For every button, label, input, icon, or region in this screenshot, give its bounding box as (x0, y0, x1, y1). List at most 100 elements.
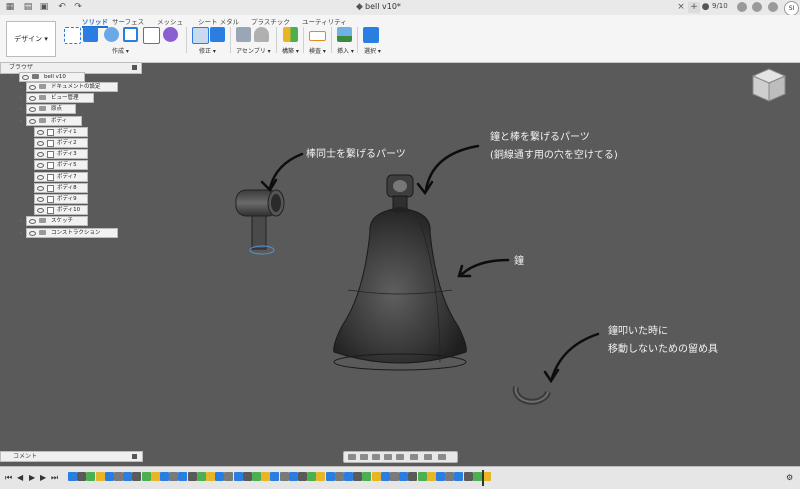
save-icon[interactable]: ▣ (38, 2, 50, 13)
notifications-icon[interactable] (752, 2, 762, 12)
timeline-feature[interactable] (114, 472, 123, 481)
help-icon[interactable] (768, 2, 778, 12)
timeline-feature[interactable] (353, 472, 363, 481)
construct-group-label[interactable]: 構築 ▾ (282, 46, 299, 55)
timeline-feature[interactable] (307, 472, 317, 481)
go-to-start-icon[interactable]: ⏮ (5, 473, 12, 483)
timeline-feature[interactable] (215, 472, 225, 481)
inspect-group-label[interactable]: 検査 ▾ (309, 46, 326, 55)
hole-icon[interactable] (123, 27, 138, 42)
insert-image-icon[interactable] (337, 27, 352, 42)
timeline-feature[interactable] (206, 472, 215, 481)
timeline-feature[interactable] (86, 472, 96, 481)
timeline-feature[interactable] (141, 472, 151, 481)
pan-icon[interactable] (372, 454, 380, 460)
close-tab-button[interactable]: × (676, 2, 686, 13)
timeline-feature[interactable] (399, 472, 409, 481)
bell-part[interactable] (333, 207, 467, 371)
tab-mesh[interactable]: メッシュ (157, 16, 183, 26)
timeline-feature[interactable] (132, 472, 142, 481)
select-icon[interactable] (363, 27, 379, 43)
timeline-feature[interactable] (316, 472, 326, 481)
step-back-icon[interactable]: ◀ (17, 473, 23, 482)
timeline-feature[interactable] (160, 472, 169, 481)
workspace-switcher[interactable]: デザイン ▾ (6, 21, 56, 57)
timeline-feature[interactable] (233, 472, 243, 481)
tab-utilities[interactable]: ユーティリティ (302, 16, 347, 26)
comments-panel[interactable]: コメント (0, 451, 143, 462)
pattern-icon[interactable] (143, 27, 160, 44)
timeline-settings-icon[interactable]: ⚙ (786, 473, 793, 482)
bell-connector-part[interactable] (386, 174, 414, 213)
timeline-feature[interactable] (417, 472, 427, 481)
timeline-feature[interactable] (454, 472, 464, 481)
viewport-canvas[interactable] (0, 62, 800, 451)
timeline-feature[interactable] (390, 472, 399, 481)
zoom-icon[interactable] (384, 454, 392, 460)
timeline-feature[interactable] (178, 472, 188, 481)
modify-group-label[interactable]: 修正 ▾ (199, 46, 216, 55)
timeline-feature[interactable] (95, 472, 105, 481)
file-icon[interactable]: ▤ (22, 2, 34, 13)
create-group-label[interactable]: 作成 ▾ (112, 46, 129, 55)
form-icon[interactable] (163, 27, 178, 42)
assemble-group-label[interactable]: アセンブリ ▾ (236, 46, 271, 55)
select-group-label[interactable]: 選択 ▾ (364, 46, 381, 55)
stopper-part[interactable] (512, 386, 551, 405)
timeline-feature[interactable] (298, 472, 307, 481)
display-settings-icon[interactable] (410, 454, 418, 460)
timeline-feature[interactable] (426, 472, 436, 481)
new-tab-button[interactable]: + (688, 2, 700, 13)
viewcube-icon[interactable] (749, 65, 789, 105)
user-avatar[interactable]: SI (784, 1, 799, 16)
timeline-feature[interactable] (362, 472, 372, 481)
tab-count[interactable]: 9/10 (712, 2, 728, 10)
create-sketch-icon[interactable] (64, 27, 81, 44)
timeline-feature[interactable] (463, 472, 473, 481)
extrude-icon[interactable] (83, 27, 98, 42)
go-to-end-icon[interactable]: ⏭ (51, 473, 58, 483)
timeline-feature[interactable] (187, 472, 197, 481)
timeline-feature[interactable] (288, 472, 298, 481)
extensions-icon[interactable] (737, 2, 747, 12)
offset-plane-icon[interactable] (283, 27, 298, 42)
timeline-feature[interactable] (77, 472, 87, 481)
fit-icon[interactable] (396, 454, 404, 460)
rod-connector-part[interactable] (235, 189, 285, 255)
new-component-icon[interactable] (236, 27, 251, 42)
timeline-feature[interactable] (169, 472, 179, 481)
timeline-feature[interactable] (224, 472, 234, 481)
timeline-feature[interactable] (371, 472, 381, 481)
pin-icon[interactable] (132, 454, 137, 459)
timeline-feature[interactable] (150, 472, 160, 481)
timeline-feature[interactable] (279, 472, 289, 481)
look-at-icon[interactable] (360, 454, 368, 460)
grid-icon[interactable] (424, 454, 432, 460)
timeline-feature[interactable] (344, 472, 353, 481)
play-icon[interactable]: ▶ (29, 473, 35, 482)
orbit-icon[interactable] (348, 454, 356, 460)
job-status-icon[interactable]: ● (701, 2, 710, 13)
revolve-icon[interactable] (104, 27, 119, 42)
tab-plastic[interactable]: プラスチック (251, 16, 290, 26)
insert-group-label[interactable]: 挿入 ▾ (337, 46, 354, 55)
step-forward-icon[interactable]: ▶ (40, 473, 46, 482)
timeline-feature[interactable] (242, 472, 252, 481)
timeline-feature[interactable] (196, 472, 206, 481)
press-pull-icon[interactable] (192, 27, 209, 44)
timeline-feature[interactable] (380, 472, 390, 481)
tab-sheet-metal[interactable]: シート メタル (198, 16, 239, 26)
app-menu-icon[interactable]: ▦ (4, 2, 16, 13)
timeline-feature[interactable] (104, 472, 114, 481)
tab-surface[interactable]: サーフェス (112, 16, 144, 26)
timeline-feature[interactable] (261, 472, 271, 481)
redo-icon[interactable]: ↷ (72, 2, 84, 13)
timeline-feature[interactable] (445, 472, 455, 481)
joint-icon[interactable] (254, 27, 269, 42)
timeline-feature[interactable] (252, 472, 261, 481)
timeline-feature[interactable] (270, 472, 280, 481)
viewports-icon[interactable] (438, 454, 446, 460)
timeline-marker[interactable] (482, 470, 484, 486)
timeline-feature[interactable] (408, 472, 418, 481)
timeline-feature[interactable] (68, 472, 77, 481)
